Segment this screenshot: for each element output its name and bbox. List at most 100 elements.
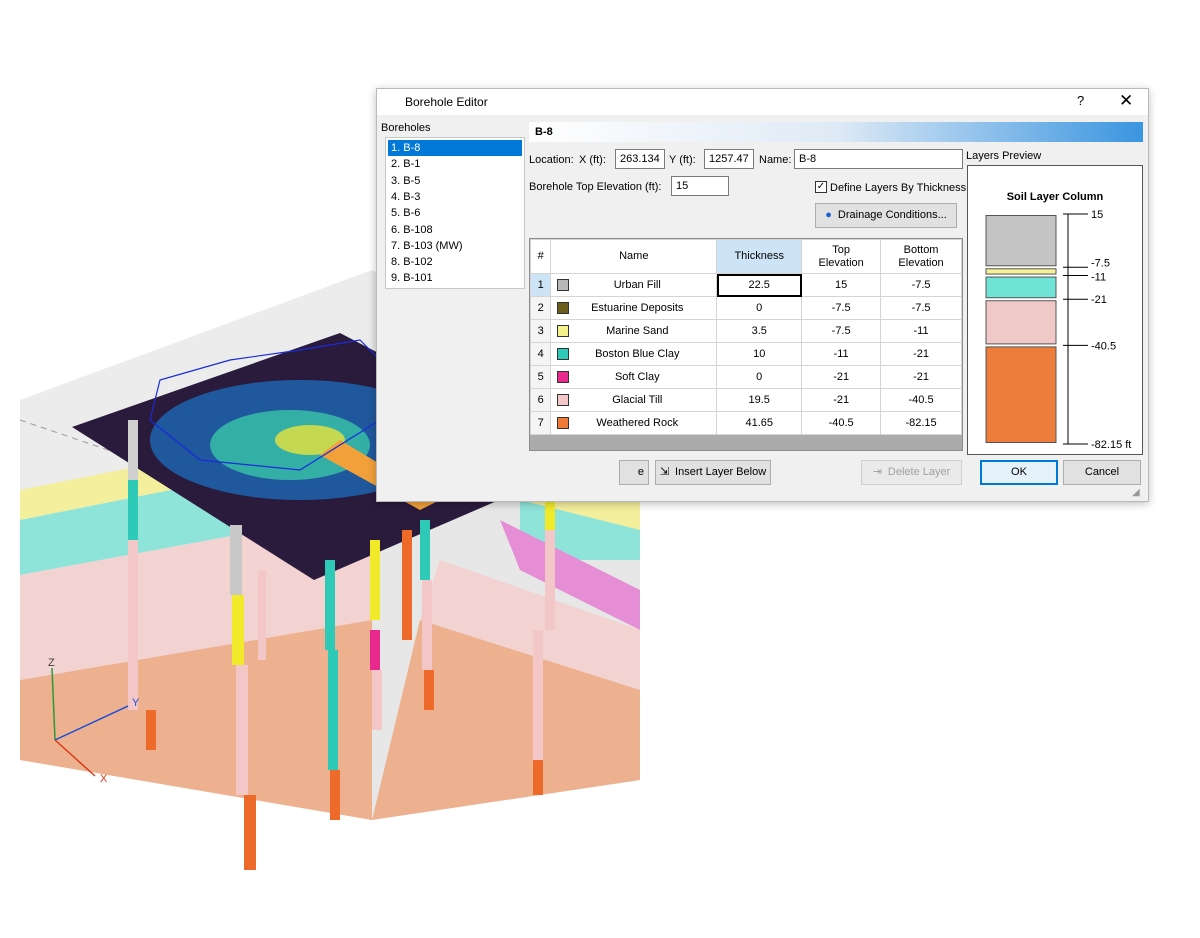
preview-layer	[985, 300, 1057, 345]
borehole-list-item[interactable]: 7. B-103 (MW)	[388, 238, 522, 254]
y-label: Y (ft):	[669, 154, 696, 166]
borehole-list-item[interactable]: 1. B-8	[388, 140, 522, 156]
borehole-list-item[interactable]: 8. B-102	[388, 254, 522, 270]
layer-color-swatch[interactable]	[557, 348, 570, 361]
thickness-cell[interactable]: 3.5	[716, 319, 803, 343]
define-layers-label: Define Layers By Thickness	[830, 182, 967, 194]
preview-tick-label: -7.5	[1091, 257, 1110, 269]
bottom-elevation-cell: -21	[880, 365, 962, 389]
layer-name-cell[interactable]: Boston Blue Clay	[550, 342, 718, 366]
ok-button[interactable]: OK	[980, 460, 1058, 485]
title-bar[interactable]: Borehole Editor ? ✕	[377, 89, 1148, 115]
layer-color-swatch[interactable]	[557, 371, 570, 384]
close-icon[interactable]: ✕	[1119, 91, 1133, 111]
layer-name-cell[interactable]: Marine Sand	[550, 319, 718, 343]
insert-layer-below-label: Insert Layer Below	[675, 466, 767, 478]
name-field[interactable]: B-8	[794, 149, 963, 169]
layer-color-swatch[interactable]	[557, 302, 570, 315]
layer-color-swatch[interactable]	[557, 394, 570, 407]
insert-layer-above-label: e	[637, 466, 644, 478]
help-button[interactable]: ?	[1077, 93, 1084, 108]
layers-table[interactable]: # Name Thickness Top Elevation Bottom El…	[529, 238, 963, 451]
col-header-num: #	[530, 239, 552, 274]
layer-name: Soft Clay	[614, 370, 660, 383]
preview-tick-label: -21	[1091, 294, 1107, 306]
name-label: Name:	[759, 154, 792, 166]
borehole-list-item[interactable]: 2. B-1	[388, 156, 522, 172]
cancel-button[interactable]: Cancel	[1063, 460, 1141, 485]
col-header-bottom-elevation[interactable]: Bottom Elevation	[880, 239, 962, 274]
preview-tick-label: -82.15 ft	[1091, 439, 1131, 451]
layer-name-cell[interactable]: Estuarine Deposits	[550, 296, 718, 320]
borehole-list-item[interactable]: 4. B-3	[388, 189, 522, 205]
insert-layer-below-button[interactable]: ⇲ Insert Layer Below	[655, 460, 771, 485]
borehole-list-item[interactable]: 3. B-5	[388, 173, 522, 189]
col-header-thickness[interactable]: Thickness	[716, 239, 803, 274]
row-number[interactable]: 6	[530, 388, 552, 412]
delete-layer-label: Delete Layer	[887, 466, 951, 478]
bottom-elevation-cell: -7.5	[880, 273, 962, 297]
drainage-conditions-label: Drainage Conditions...	[837, 209, 947, 221]
layer-name-cell[interactable]: Urban Fill	[550, 273, 718, 297]
row-number[interactable]: 1	[530, 273, 552, 297]
table-row[interactable]: 2 Estuarine Deposits 0 -7.5 -7.5	[530, 296, 962, 320]
top-elevation-label: Borehole Top Elevation (ft):	[529, 181, 662, 193]
preview-layer	[985, 276, 1057, 299]
layer-name-cell[interactable]: Glacial Till	[550, 388, 718, 412]
thickness-cell[interactable]: 22.5	[716, 273, 803, 297]
z-axis-label: Z	[48, 657, 55, 669]
table-row[interactable]: 4 Boston Blue Clay 10 -11 -21	[530, 342, 962, 366]
boreholes-list[interactable]: 1. B-8 2. B-1 3. B-5 4. B-3 5. B-6 6. B-108 7.…	[385, 137, 525, 289]
layer-color-swatch[interactable]	[557, 325, 570, 338]
preview-tick-label: -40.5	[1091, 340, 1116, 352]
thickness-cell[interactable]: 10	[716, 342, 803, 366]
table-row[interactable]: 5 Soft Clay 0 -21 -21	[530, 365, 962, 389]
borehole-list-item[interactable]: 9. B-101	[388, 270, 522, 286]
row-number[interactable]: 7	[530, 411, 552, 435]
col-header-top-elevation[interactable]: Top Elevation	[801, 239, 882, 274]
top-elevation-cell: 15	[801, 273, 882, 297]
table-row[interactable]: 6 Glacial Till 19.5 -21 -40.5	[530, 388, 962, 412]
layer-color-swatch[interactable]	[557, 417, 570, 430]
row-number[interactable]: 4	[530, 342, 552, 366]
insert-layer-above-button[interactable]: e	[619, 460, 649, 485]
layer-name-cell[interactable]: Soft Clay	[550, 365, 718, 389]
row-number[interactable]: 3	[530, 319, 552, 343]
thickness-cell[interactable]: 41.65	[716, 411, 803, 435]
layers-preview: Soil Layer Column 15 -7.5 -11 -21 -40.5 -82.1…	[967, 165, 1143, 455]
layer-name-cell[interactable]: Weathered Rock	[550, 411, 718, 435]
resize-grip[interactable]: ◢	[1132, 487, 1140, 498]
borehole-list-item[interactable]: 6. B-108	[388, 222, 522, 238]
row-number[interactable]: 5	[530, 365, 552, 389]
thickness-cell[interactable]: 0	[716, 296, 803, 320]
thickness-cell[interactable]: 19.5	[716, 388, 803, 412]
borehole-editor-dialog: Borehole Editor ? ✕ Boreholes 1. B-8 2. B…	[376, 88, 1149, 502]
y-field[interactable]: 1257.47	[704, 149, 754, 169]
thickness-cell[interactable]: 0	[716, 365, 803, 389]
preview-tick-label: 15	[1091, 209, 1103, 221]
boreholes-label: Boreholes	[381, 122, 431, 134]
top-elevation-cell: -21	[801, 365, 882, 389]
bottom-elevation-cell: -11	[880, 319, 962, 343]
table-row[interactable]: 3 Marine Sand 3.5 -7.5 -11	[530, 319, 962, 343]
borehole-header-name: B-8	[535, 126, 553, 138]
preview-title: Soil Layer Column	[1007, 191, 1104, 203]
soil-column-preview: Soil Layer Column 15 -7.5 -11 -21 -40.5 -82.1…	[985, 191, 1131, 451]
table-row[interactable]: 1 Urban Fill 22.5 15 -7.5	[530, 273, 962, 297]
top-elevation-field[interactable]: 15	[671, 176, 729, 196]
x-field[interactable]: 263.134	[615, 149, 665, 169]
define-layers-checkbox[interactable]: ✓	[815, 181, 827, 193]
table-row[interactable]: 7 Weathered Rock 41.65 -40.5 -82.15	[530, 411, 962, 435]
preview-tick-label: -11	[1091, 272, 1106, 284]
col-header-name[interactable]: Name	[550, 239, 718, 274]
borehole-list-item[interactable]: 5. B-6	[388, 205, 522, 221]
layers-preview-label: Layers Preview	[966, 150, 1042, 162]
delete-layer-button[interactable]: ⇥ Delete Layer	[861, 460, 962, 485]
top-elevation-cell: -11	[801, 342, 882, 366]
drainage-conditions-button[interactable]: ● Drainage Conditions...	[815, 203, 957, 228]
bottom-elevation-cell: -21	[880, 342, 962, 366]
layer-name: Boston Blue Clay	[595, 347, 680, 360]
layer-name: Weathered Rock	[596, 416, 679, 429]
layer-color-swatch[interactable]	[557, 279, 570, 292]
row-number[interactable]: 2	[530, 296, 552, 320]
